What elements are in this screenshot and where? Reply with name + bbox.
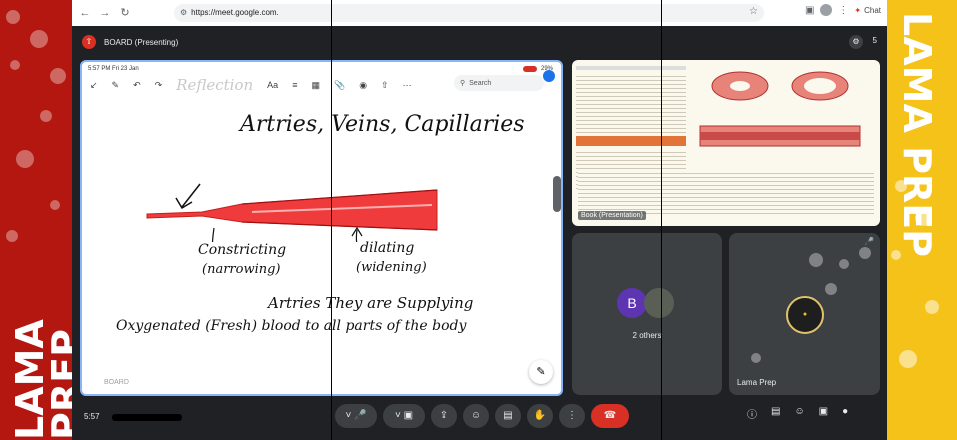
right-brand-band: LAMA PREP bbox=[885, 0, 957, 440]
label-widening: (widening) bbox=[356, 260, 427, 275]
redo-icon[interactable]: ↷ bbox=[155, 80, 163, 91]
board-tile-label: BOARD bbox=[104, 379, 129, 386]
site-info-icon[interactable]: ⚙ bbox=[180, 8, 187, 17]
activities-icon[interactable]: ▣ bbox=[819, 406, 828, 421]
book-left-column bbox=[576, 66, 686, 189]
avatar: B bbox=[617, 288, 647, 318]
info-icon[interactable]: ⓘ bbox=[747, 406, 757, 421]
label-narrowing: (narrowing) bbox=[202, 262, 281, 277]
vessel-diagram-figure bbox=[699, 71, 861, 147]
others-label: 2 others bbox=[632, 331, 662, 340]
url-text: https://meet.google.com. bbox=[191, 8, 279, 17]
search-placeholder: Search bbox=[469, 79, 492, 87]
recording-indicator bbox=[522, 66, 537, 72]
raise-hand-button[interactable]: ✋ bbox=[527, 404, 553, 428]
board-search[interactable]: ⚲ Search bbox=[454, 75, 544, 91]
forward-icon[interactable]: → bbox=[98, 6, 112, 20]
left-brand-band: LAMA PREP bbox=[0, 0, 78, 440]
label-dilating: dilating bbox=[360, 240, 415, 256]
pen-tool-button[interactable]: ✎ bbox=[529, 360, 553, 384]
collapse-icon[interactable]: ↙ bbox=[90, 80, 98, 91]
chat-label: Chat bbox=[864, 5, 881, 15]
presenting-label: BOARD (Presenting) bbox=[104, 37, 179, 47]
extensions-icon[interactable]: ▣ bbox=[805, 5, 814, 16]
address-bar: ← → ↻ ⚙ https://meet.google.com. ☆ ▣ ⋮ ✦… bbox=[72, 0, 887, 26]
primary-controls: ˅ 🎤 ˅ ▣ ⇪ ☺ ▤ ✋ ⋮ ☎ bbox=[335, 404, 629, 428]
navigator-icon[interactable]: ◉ bbox=[359, 80, 367, 91]
board-toolbar: ↙ ✎ ↶ ↷ Reflection Aa ≡ ▦ 📎 ◉ ⇧ ⋯ bbox=[90, 76, 412, 94]
participant-count-icon[interactable]: 5 bbox=[873, 36, 877, 45]
table-tool-icon[interactable]: ▦ bbox=[311, 80, 320, 91]
secondary-controls: ⓘ ▤ ☺ ▣ ● bbox=[747, 406, 848, 421]
meeting-code-redacted bbox=[112, 414, 182, 421]
meeting-time: 5:57 bbox=[84, 412, 100, 421]
present-screen-button[interactable]: ⇪ bbox=[431, 404, 457, 428]
camera-button[interactable]: ˅ ▣ bbox=[383, 404, 425, 428]
share-icon[interactable]: ⇧ bbox=[381, 80, 389, 91]
presenting-icon: ⇧ bbox=[82, 35, 96, 49]
notes-line-oxygenated: Oxygenated (Fresh) blood to all parts of… bbox=[116, 318, 467, 334]
meeting-controls-bar: 5:57 ˅ 🎤 ˅ ▣ ⇪ ☺ ▤ ✋ ⋮ ☎ ⓘ ▤ ☺ ▣ ● bbox=[72, 400, 887, 440]
host-controls-icon[interactable]: ⚙ bbox=[849, 35, 863, 49]
blood-vessel-drawing bbox=[146, 183, 438, 242]
device-status-time: 5:57 PM Fri 23 Jan bbox=[88, 66, 139, 72]
host-tile[interactable]: 🎤 ● Lama Prep bbox=[729, 233, 880, 395]
attach-icon[interactable]: 📎 bbox=[334, 80, 345, 91]
chat-icon: ✦ bbox=[854, 5, 862, 15]
microphone-button[interactable]: ˅ 🎤 bbox=[335, 404, 377, 428]
more-options-button[interactable]: ⋮ bbox=[559, 404, 585, 428]
book-tile-label: Book (Presentation) bbox=[578, 211, 646, 220]
browser-actions: ▣ ⋮ ✦ Chat bbox=[805, 4, 881, 16]
board-presentation-tile[interactable]: 5:57 PM Fri 23 Jan 29% ↙ ✎ ↶ ↷ Reflectio… bbox=[80, 60, 563, 396]
host-name-label: Lama Prep bbox=[737, 378, 777, 387]
book-presentation-tile[interactable]: Book (Presentation) bbox=[572, 60, 880, 226]
meet-header: ⇧ BOARD (Presenting) ⚙ 5 bbox=[72, 30, 887, 54]
back-icon[interactable]: ← bbox=[78, 6, 92, 20]
assistant-icon[interactable] bbox=[543, 70, 555, 82]
menu-icon[interactable]: ⋮ bbox=[838, 5, 848, 16]
profile-icon[interactable] bbox=[820, 4, 833, 16]
notes-line-arteries: Artries They are Supplying bbox=[268, 294, 474, 312]
others-tile[interactable]: B 2 others bbox=[572, 233, 722, 395]
search-icon: ⚲ bbox=[460, 80, 466, 87]
notes-heading: Artries, Veins, Capillaries bbox=[240, 112, 525, 137]
text-tool-icon[interactable]: Aa bbox=[267, 80, 278, 90]
people-icon[interactable]: ☺ bbox=[794, 406, 804, 421]
divider-line bbox=[661, 0, 662, 440]
avatar-photo bbox=[644, 288, 674, 318]
edit-icon[interactable]: ✎ bbox=[112, 80, 120, 91]
more-icon[interactable]: ⋯ bbox=[403, 80, 412, 91]
host-lock-icon[interactable]: ● bbox=[842, 406, 848, 421]
end-call-button[interactable]: ☎ bbox=[591, 404, 629, 428]
bookmark-star-icon[interactable]: ☆ bbox=[749, 6, 758, 17]
emoji-button[interactable]: ☺ bbox=[463, 404, 489, 428]
brand-text-right: LAMA PREP bbox=[895, 12, 939, 257]
reload-icon[interactable]: ↻ bbox=[118, 6, 132, 20]
faint-heading: Reflection bbox=[176, 76, 254, 94]
brand-text-left: LAMA PREP bbox=[8, 319, 78, 440]
mic-off-icon: 🎤 bbox=[864, 237, 874, 246]
chat-panel-icon[interactable]: ▤ bbox=[771, 406, 780, 421]
captions-button[interactable]: ▤ bbox=[495, 404, 521, 428]
book-text-block bbox=[578, 170, 874, 214]
divider-line bbox=[331, 0, 332, 440]
label-constricting: Constricting bbox=[198, 242, 287, 258]
host-avatar: ● bbox=[786, 296, 824, 334]
panel-resize-handle[interactable] bbox=[553, 176, 561, 212]
chat-button[interactable]: ✦ Chat bbox=[854, 6, 881, 15]
undo-icon[interactable]: ↶ bbox=[133, 80, 141, 91]
url-field[interactable]: ⚙ https://meet.google.com. ☆ bbox=[174, 4, 764, 22]
list-tool-icon[interactable]: ≡ bbox=[292, 80, 297, 90]
